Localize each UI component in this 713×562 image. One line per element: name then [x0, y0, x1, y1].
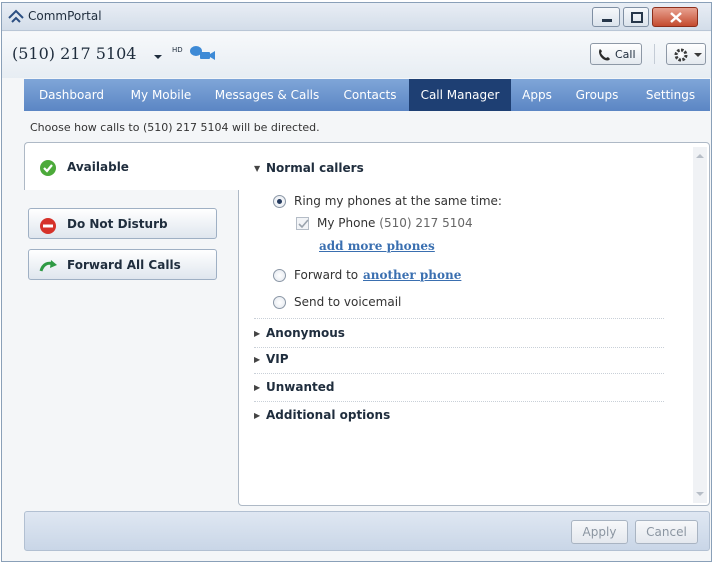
- call-manager-panel: ▼ Normal callers Ring my phones at the sa…: [24, 142, 710, 506]
- phone-number-selector[interactable]: (510) 217 5104: [12, 44, 136, 63]
- my-phone-checkbox[interactable]: [296, 217, 309, 230]
- app-window: CommPortal (510) 217 5104 HD Call Dashbo…: [1, 2, 712, 562]
- section-title: Normal callers: [266, 161, 364, 175]
- commportal-icon: [8, 9, 24, 25]
- my-phone-number: (510) 217 5104: [379, 216, 473, 230]
- maximize-button[interactable]: [623, 7, 649, 27]
- tab-apps[interactable]: Apps: [511, 79, 563, 111]
- section-divider: [254, 373, 664, 374]
- header-divider: [654, 44, 655, 64]
- tab-settings[interactable]: Settings: [631, 79, 710, 111]
- tab-call-manager[interactable]: Call Manager: [409, 79, 511, 111]
- collapsed-triangle-icon: ▶: [254, 329, 261, 338]
- section-divider: [254, 318, 664, 319]
- scroll-up-icon[interactable]: [695, 151, 705, 161]
- section-normal-callers[interactable]: ▼ Normal callers: [254, 161, 364, 175]
- radio-forward-to[interactable]: [273, 269, 286, 282]
- phone-icon: [599, 49, 610, 61]
- routing-content: ▼ Normal callers Ring my phones at the sa…: [238, 142, 710, 506]
- collapsed-triangle-icon: ▶: [254, 411, 261, 420]
- section-anonymous[interactable]: ▶ Anonymous: [254, 326, 345, 340]
- my-phone-label: My Phone (510) 217 5104: [317, 216, 473, 230]
- do-not-disturb-label: Do Not Disturb: [67, 217, 168, 231]
- check-circle-icon: [39, 159, 57, 180]
- radio-send-voicemail[interactable]: [273, 296, 286, 309]
- no-entry-icon: [39, 217, 57, 238]
- close-icon: [670, 12, 682, 23]
- hd-video-icon: HD: [172, 44, 220, 62]
- section-divider: [254, 401, 664, 402]
- forward-all-calls-label: Forward All Calls: [67, 258, 181, 272]
- call-button-label: Call: [615, 48, 636, 61]
- another-phone-link[interactable]: another phone: [363, 268, 461, 282]
- cancel-button[interactable]: Cancel: [635, 520, 698, 544]
- call-routing-hint: Choose how calls to (510) 217 5104 will …: [30, 121, 320, 134]
- apply-button[interactable]: Apply: [571, 520, 628, 544]
- forward-to-label: Forward to: [294, 268, 359, 282]
- forward-all-calls-button[interactable]: Forward All Calls: [28, 249, 217, 280]
- section-title: Additional options: [266, 408, 391, 422]
- title-bar: CommPortal: [2, 3, 711, 31]
- section-title: Anonymous: [266, 326, 345, 340]
- section-additional-options[interactable]: ▶ Additional options: [254, 408, 390, 422]
- section-unwanted[interactable]: ▶ Unwanted: [254, 380, 334, 394]
- tab-dashboard[interactable]: Dashboard: [24, 79, 119, 111]
- action-footer: Apply Cancel: [24, 511, 710, 551]
- available-state-tab[interactable]: Available: [24, 142, 239, 190]
- do-not-disturb-button[interactable]: Do Not Disturb: [28, 208, 217, 239]
- minimize-icon: [602, 19, 612, 22]
- available-label: Available: [67, 160, 129, 174]
- maximize-icon: [631, 12, 643, 23]
- collapsed-triangle-icon: ▶: [254, 383, 261, 392]
- section-title: Unwanted: [266, 380, 335, 394]
- main-nav: Dashboard My Mobile Messages & Calls Con…: [24, 79, 710, 111]
- checkmark-icon: [298, 219, 309, 229]
- minimize-button[interactable]: [592, 7, 620, 27]
- section-vip[interactable]: ▶ VIP: [254, 352, 289, 366]
- send-voicemail-label: Send to voicemail: [294, 295, 402, 309]
- window-title: CommPortal: [28, 9, 102, 23]
- gear-icon: [674, 48, 702, 62]
- ring-same-time-label: Ring my phones at the same time:: [294, 194, 502, 208]
- scroll-down-icon[interactable]: [695, 489, 705, 499]
- header-bar: (510) 217 5104 HD Call: [2, 32, 711, 78]
- expanded-triangle-icon: ▼: [254, 164, 261, 173]
- section-title: VIP: [266, 352, 289, 366]
- tab-messages-calls[interactable]: Messages & Calls: [203, 79, 331, 111]
- close-button[interactable]: [652, 7, 698, 27]
- call-button[interactable]: Call: [590, 43, 642, 65]
- vertical-scrollbar[interactable]: [693, 147, 707, 503]
- add-more-phones-link[interactable]: add more phones: [319, 239, 435, 253]
- chevron-down-icon[interactable]: [153, 51, 163, 61]
- svg-text:HD: HD: [172, 46, 183, 54]
- forward-arrow-icon: [39, 258, 59, 277]
- tab-groups[interactable]: Groups: [563, 79, 631, 111]
- settings-menu-button[interactable]: [666, 43, 706, 65]
- tab-my-mobile[interactable]: My Mobile: [119, 79, 203, 111]
- section-divider: [254, 347, 664, 348]
- tab-contacts[interactable]: Contacts: [331, 79, 409, 111]
- collapsed-triangle-icon: ▶: [254, 355, 261, 364]
- radio-ring-same-time[interactable]: [273, 195, 286, 208]
- my-phone-name: My Phone: [317, 216, 376, 230]
